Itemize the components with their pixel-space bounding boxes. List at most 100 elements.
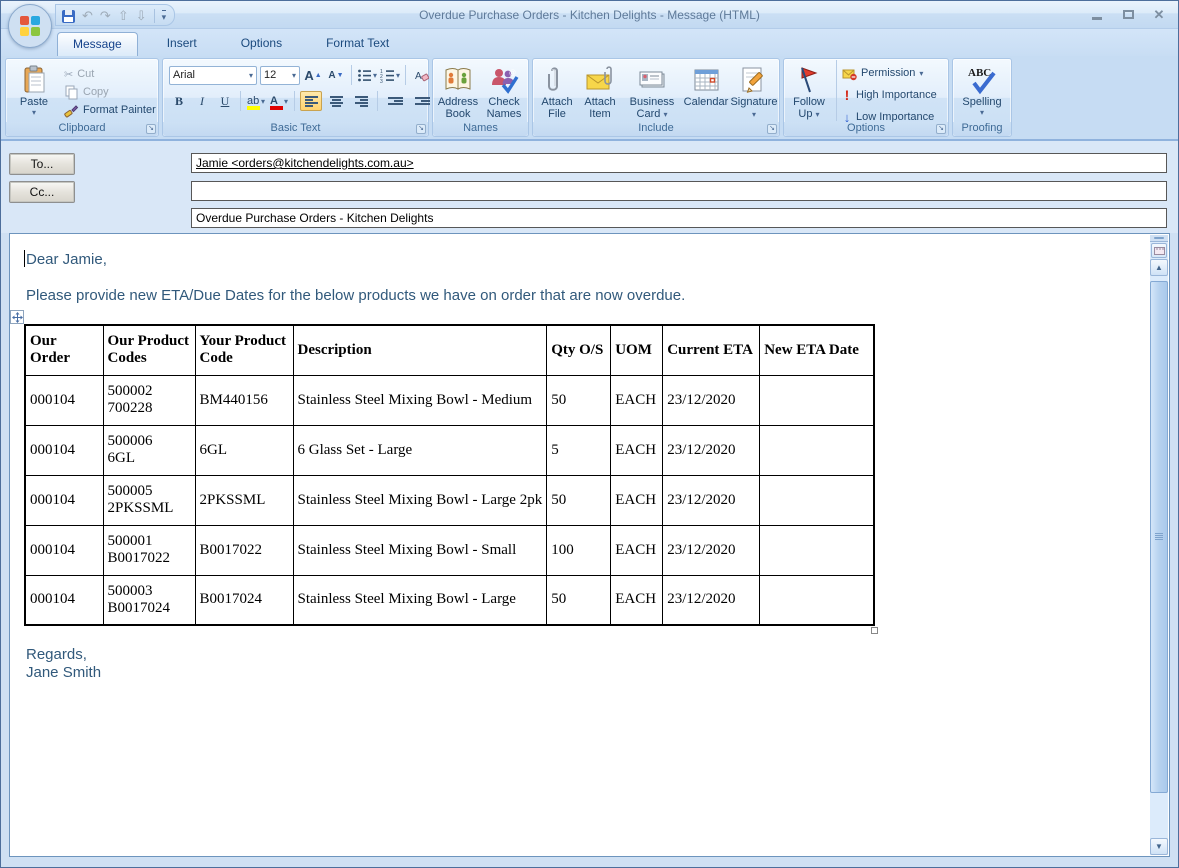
table-cell[interactable]: 000104 [25,525,103,575]
undo-icon[interactable]: ↶ [82,9,93,23]
table-cell[interactable]: EACH [611,525,663,575]
paste-button[interactable]: Paste ▾ [10,63,58,129]
cut-button[interactable]: ✂ Cut [64,65,156,83]
minimize-button[interactable] [1088,7,1106,22]
table-cell[interactable]: B0017024 [195,575,293,625]
increase-indent-button[interactable] [410,91,434,111]
to-field[interactable]: Jamie <orders@kitchendelights.com.au> [191,153,1167,173]
table-cell[interactable]: 23/12/2020 [663,375,760,425]
table-cell[interactable]: 6GL [195,425,293,475]
numbering-button[interactable]: 1 2 3 ▾ [380,65,400,85]
table-cell[interactable]: 23/12/2020 [663,525,760,575]
options-dialog-launcher-icon[interactable]: ↘ [936,124,946,134]
next-item-icon[interactable]: ⇩ [136,9,147,23]
italic-button[interactable]: I [192,91,212,111]
clear-formatting-button[interactable]: A [411,65,431,85]
address-book-button[interactable]: Address Book [434,63,482,129]
table-cell[interactable]: 100 [547,525,611,575]
signature-button[interactable]: Signature▾ [729,63,779,129]
table-cell[interactable]: B0017022 [195,525,293,575]
underline-button[interactable]: U [215,91,235,111]
table-cell[interactable]: Stainless Steel Mixing Bowl - Large [293,575,547,625]
view-ruler-button[interactable] [1151,243,1167,258]
message-body[interactable]: Dear Jamie, Please provide new ETA/Due D… [9,233,1170,857]
message-body-content[interactable]: Dear Jamie, Please provide new ETA/Due D… [10,234,1149,856]
cc-button[interactable]: Cc... [9,181,75,203]
table-cell[interactable]: 5 [547,425,611,475]
scroll-down-button[interactable]: ▼ [1150,838,1168,855]
table-cell[interactable]: 50 [547,375,611,425]
subject-field[interactable]: Overdue Purchase Orders - Kitchen Deligh… [191,208,1167,228]
scrollbar-thumb[interactable] [1150,281,1168,793]
basic-text-dialog-launcher-icon[interactable]: ↘ [416,124,426,134]
include-dialog-launcher-icon[interactable]: ↘ [767,124,777,134]
maximize-button[interactable] [1119,7,1137,22]
table-cell[interactable]: 000104 [25,425,103,475]
previous-item-icon[interactable]: ⇧ [118,9,129,23]
vertical-scrollbar[interactable]: ▲ ▼ [1150,235,1168,855]
save-icon[interactable] [62,10,75,23]
scrollbar-track[interactable] [1150,276,1168,838]
text-highlight-button[interactable]: ab ▾ [246,91,266,111]
close-button[interactable]: ✕ [1150,7,1168,22]
tab-insert[interactable]: Insert [152,32,212,56]
table-cell[interactable]: 500001B0017022 [103,525,195,575]
table-cell[interactable]: EACH [611,475,663,525]
copy-button[interactable]: Copy [64,83,156,101]
grow-font-button[interactable]: A▲ [303,65,323,85]
check-names-button[interactable]: @ Check Names [480,63,528,129]
table-cell[interactable]: 5000066GL [103,425,195,475]
split-handle[interactable] [1150,235,1168,242]
font-name-combo[interactable]: Arial ▾ [169,66,257,85]
scroll-up-button[interactable]: ▲ [1150,259,1168,276]
table-cell[interactable]: 50 [547,575,611,625]
table-cell[interactable]: 000104 [25,475,103,525]
redo-icon[interactable]: ↷ [100,9,111,23]
purchase-orders-table[interactable]: Our OrderOur Product CodesYour Product C… [24,324,875,626]
table-cell[interactable]: 50 [547,475,611,525]
font-color-button[interactable]: A ▾ [269,91,289,111]
spelling-button[interactable]: ABC Spelling ▾ [958,63,1006,129]
table-cell[interactable]: BM440156 [195,375,293,425]
cc-field[interactable] [191,181,1167,201]
table-resize-handle[interactable] [871,627,878,634]
bold-button[interactable]: B [169,91,189,111]
shrink-font-button[interactable]: A▼ [326,65,346,85]
align-left-button[interactable] [300,91,322,111]
table-cell[interactable] [760,375,874,425]
tab-message[interactable]: Message [57,32,138,56]
to-button[interactable]: To... [9,153,75,175]
table-cell[interactable]: Stainless Steel Mixing Bowl - Large 2pk [293,475,547,525]
clipboard-dialog-launcher-icon[interactable]: ↘ [146,124,156,134]
table-cell[interactable]: EACH [611,425,663,475]
office-button[interactable] [8,4,52,48]
table-cell[interactable]: 000104 [25,375,103,425]
follow-up-button[interactable]: Follow Up ▾ [786,63,832,129]
table-cell[interactable]: 23/12/2020 [663,475,760,525]
table-cell[interactable]: 500002700228 [103,375,195,425]
align-center-button[interactable] [325,91,347,111]
table-cell[interactable]: 23/12/2020 [663,575,760,625]
high-importance-button[interactable]: ! High Importance [842,86,937,104]
align-right-button[interactable] [350,91,372,111]
table-cell[interactable] [760,425,874,475]
font-size-combo[interactable]: 12 ▾ [260,66,300,85]
table-cell[interactable]: EACH [611,575,663,625]
customize-quick-access-icon[interactable]: ▾ [162,10,167,23]
table-cell[interactable] [760,475,874,525]
table-cell[interactable]: 6 Glass Set - Large [293,425,547,475]
table-cell[interactable]: 500003B0017024 [103,575,195,625]
bullets-button[interactable]: ▾ [357,65,377,85]
calendar-button[interactable]: Calendar [681,63,731,129]
table-cell[interactable]: 000104 [25,575,103,625]
tab-format-text[interactable]: Format Text [311,32,404,56]
table-cell[interactable]: Stainless Steel Mixing Bowl - Small [293,525,547,575]
table-move-handle[interactable] [10,310,24,324]
table-cell[interactable]: Stainless Steel Mixing Bowl - Medium [293,375,547,425]
table-cell[interactable]: EACH [611,375,663,425]
table-cell[interactable] [760,575,874,625]
table-cell[interactable]: 2PKSSML [195,475,293,525]
table-cell[interactable]: 23/12/2020 [663,425,760,475]
attach-file-button[interactable]: Attach File [535,63,579,129]
table-cell[interactable]: 5000052PKSSML [103,475,195,525]
